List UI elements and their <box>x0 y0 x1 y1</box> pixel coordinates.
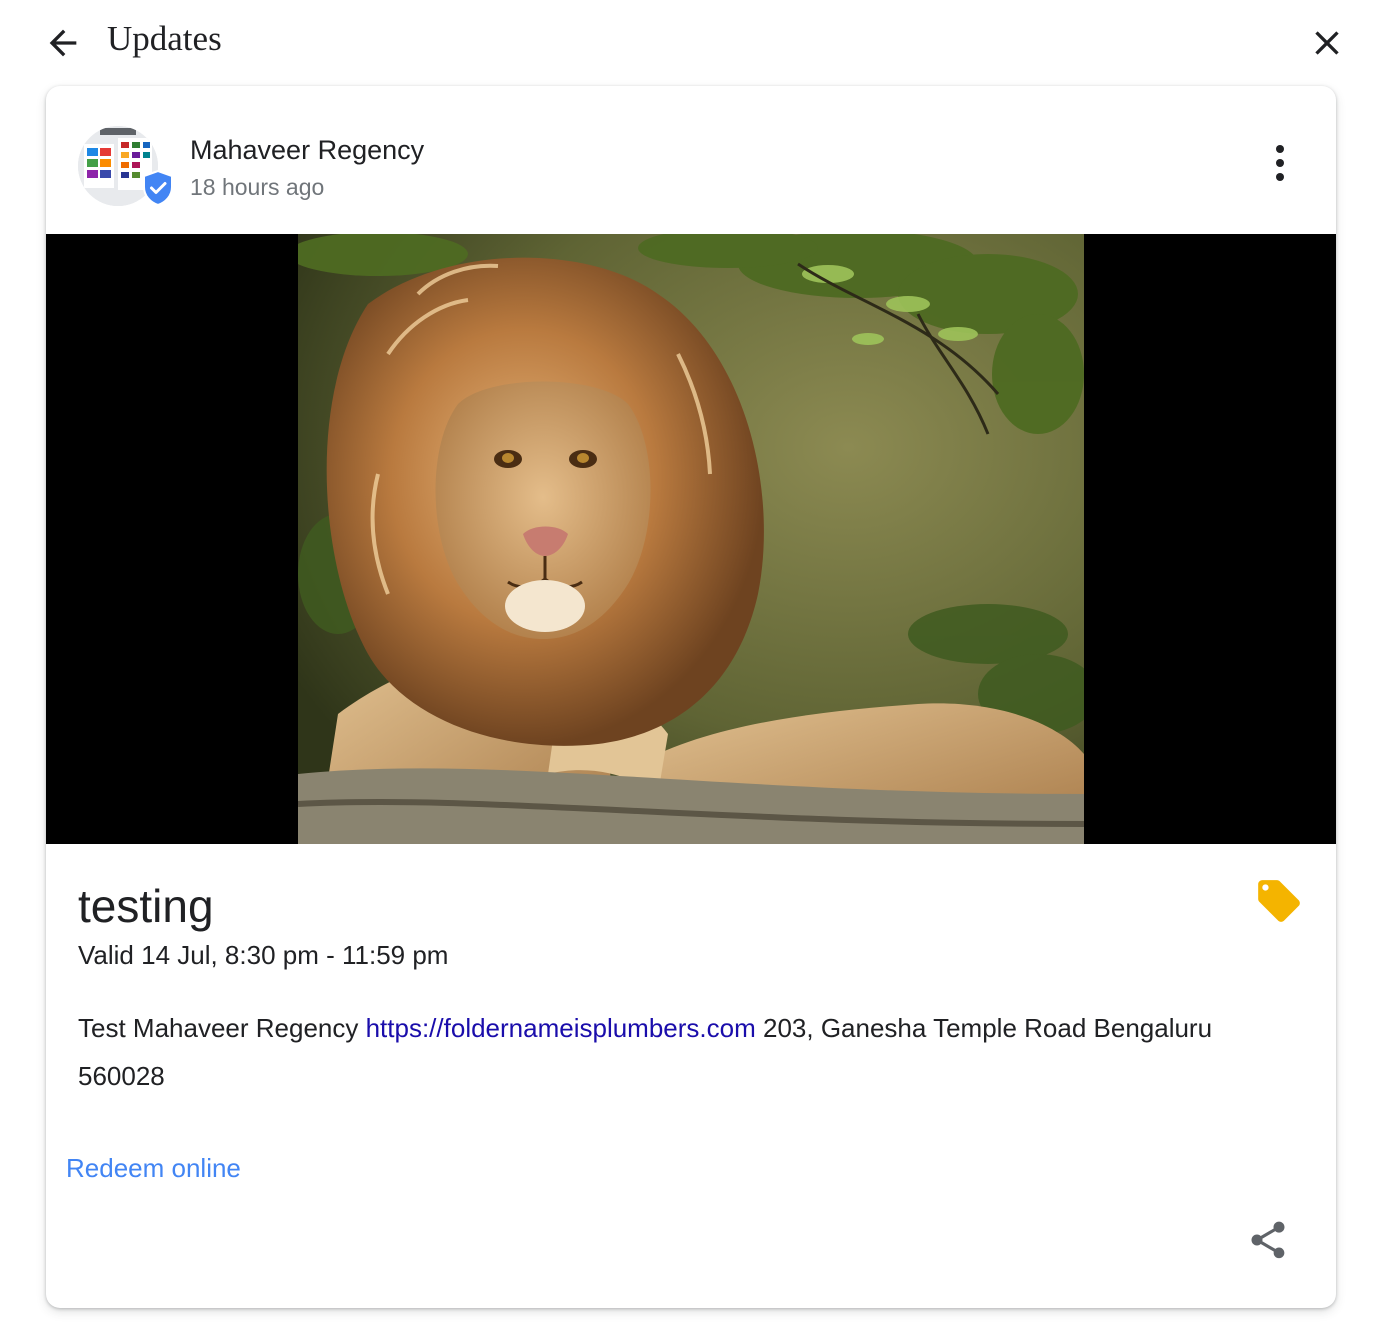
post-media[interactable] <box>46 234 1336 844</box>
tag-icon <box>1258 880 1300 922</box>
back-button[interactable] <box>40 20 86 66</box>
author-name[interactable]: Mahaveer Regency <box>190 133 424 167</box>
share-icon <box>1251 1221 1285 1259</box>
page-title: Updates <box>107 19 222 58</box>
verified-shield-icon <box>143 169 173 207</box>
more-vert-icon <box>1276 145 1284 181</box>
post-timestamp: 18 hours ago <box>190 174 325 200</box>
post-header: Mahaveer Regency 18 hours ago <box>46 86 1336 234</box>
post-title: testing <box>78 880 214 932</box>
lion-photo <box>298 234 1084 844</box>
close-button[interactable] <box>1303 19 1351 67</box>
verified-badge <box>142 169 174 207</box>
close-icon <box>1315 31 1339 55</box>
post-description: Test Mahaveer Regency https://foldername… <box>78 1004 1258 1100</box>
more-options-button[interactable] <box>1258 138 1302 188</box>
share-button[interactable] <box>1244 1214 1292 1266</box>
top-bar: Updates <box>0 0 1378 84</box>
post-photo <box>298 234 1084 844</box>
arrow-back-icon <box>49 29 77 57</box>
offer-tag <box>1254 876 1304 926</box>
website-link[interactable]: https://foldernameisplumbers.com <box>366 1013 756 1043</box>
offer-validity: Valid 14 Jul, 8:30 pm - 11:59 pm <box>78 940 449 970</box>
redeem-online-link[interactable]: Redeem online <box>66 1150 241 1186</box>
description-text: Test Mahaveer Regency <box>78 1013 366 1043</box>
post-card: Mahaveer Regency 18 hours ago testing Va… <box>46 86 1336 1308</box>
